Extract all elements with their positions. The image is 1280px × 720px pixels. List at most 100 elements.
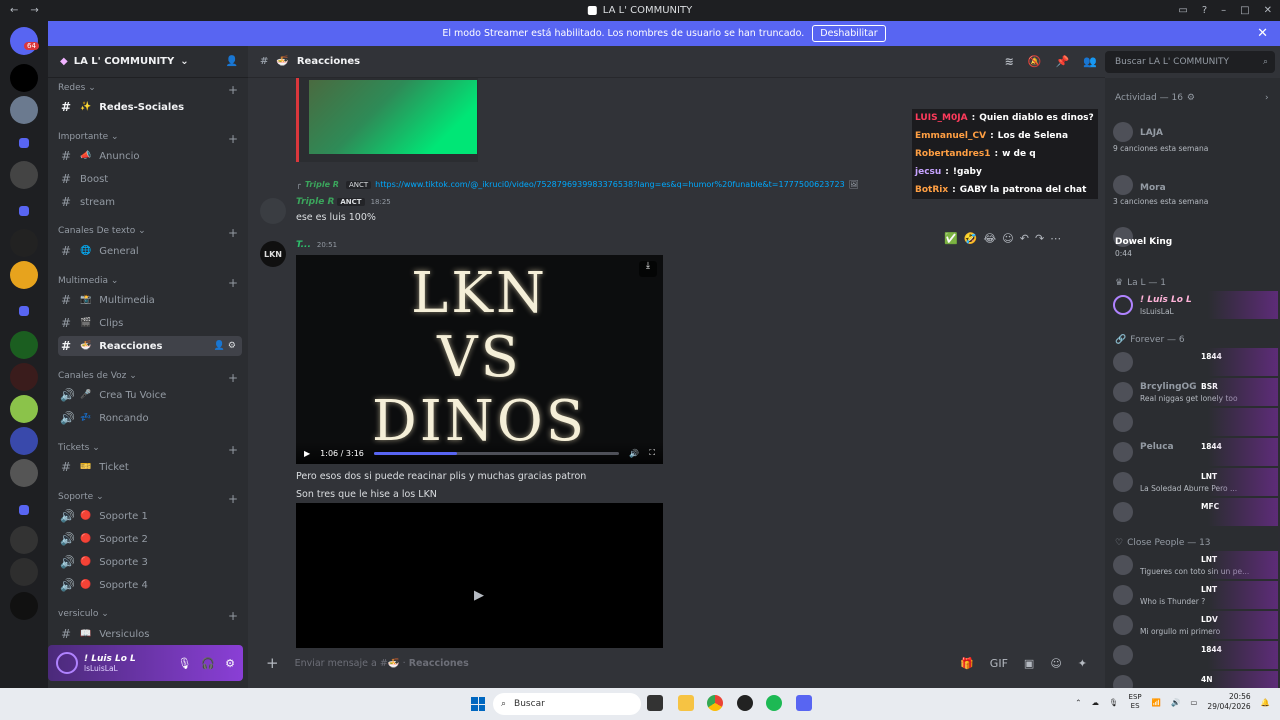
add-channel-icon[interactable]: + [228,443,238,457]
maximize-icon[interactable]: □ [1240,5,1249,16]
add-channel-icon[interactable]: + [228,492,238,506]
channel-item[interactable]: # stream [58,192,242,212]
server-icon[interactable] [10,592,38,620]
server-icon[interactable] [10,96,38,124]
clock[interactable]: 20:56 29/04/2026 [1207,692,1250,712]
channel-item[interactable]: # 🎫 Ticket [58,457,242,477]
voice-channel-item[interactable]: 🔊 🔴 Soporte 4 [58,575,242,595]
sticker-icon[interactable]: ▣ [1024,657,1034,670]
activity-item[interactable]: LAJA 9 canciones esta semana [1113,118,1278,153]
message-composer[interactable]: + Enviar mensaje a #🍜 · Reacciones 🎁 GIF… [258,648,1095,678]
forward-icon[interactable]: ↷ [1035,232,1044,245]
channel-item[interactable]: # 🎬 Clips [58,313,242,333]
activity-item[interactable]: Dowel King 0:44 [1113,223,1278,258]
video-player[interactable]: LKN VS DINOS ⤓ ▶ 1:06 / 3:16 🔊 ⛶ [296,255,663,464]
add-member-icon[interactable]: 👤 [226,56,238,67]
chevron-right-icon[interactable]: › [1265,93,1269,103]
discord-icon[interactable] [796,695,812,711]
reply-user[interactable]: Triple R [305,180,339,189]
member-item[interactable]: 1844 [1113,641,1278,671]
member-item[interactable] [1113,408,1278,438]
notifications-icon[interactable]: 🔔 [1261,698,1270,707]
cloud-icon[interactable]: ☁ [1092,698,1100,707]
mic-icon[interactable]: 🎙 [1109,698,1119,707]
category-header[interactable]: Redes ⌄ + [58,83,238,97]
member-item[interactable]: LNTLa Soledad Aburre Pero ... [1113,468,1278,498]
add-reaction-icon[interactable]: ☺ [1002,232,1013,245]
add-channel-icon[interactable]: + [228,609,238,623]
category-header[interactable]: Tickets ⌄ + [58,443,238,457]
avatar[interactable] [56,652,78,674]
download-icon[interactable]: ⤓ [639,261,657,277]
more-icon[interactable]: ⋯ [1050,232,1061,245]
member-item[interactable]: LNTWho is Thunder ? [1113,581,1278,611]
home-button[interactable] [10,27,38,55]
file-explorer-icon[interactable] [678,695,694,711]
server-icon[interactable] [10,459,38,487]
volume-icon[interactable]: 🔊 [629,449,639,458]
member-item[interactable]: MFC [1113,498,1278,528]
category-header[interactable]: versiculo ⌄ + [58,609,238,623]
deafen-icon[interactable]: 🎧 [201,657,215,670]
emoji-icon[interactable]: ☺ [1050,657,1061,670]
server-icon[interactable] [10,229,38,257]
folder-icon[interactable] [19,138,29,148]
add-channel-icon[interactable]: + [228,132,238,146]
voice-channel-item[interactable]: 🔊 🎤 Crea Tu Voice [58,385,242,405]
notifications-icon[interactable]: 🔕 [1028,55,1042,68]
language-indicator[interactable]: ESP ES [1129,693,1142,711]
user-panel[interactable]: ! Luis Lo L lsLuisLaL 🎙 🎧 ⚙ [48,645,243,681]
add-attachment-icon[interactable]: + [266,654,279,672]
threads-icon[interactable]: ≋ [1005,55,1014,68]
embed-image[interactable] [309,80,477,154]
member-item[interactable]: LDVMi orgullo mi primero [1113,611,1278,641]
member-item[interactable]: LNTTigueres con toto sin un pe... [1113,551,1278,581]
member-item[interactable]: ! Luis Lo LlsLuisLaL [1113,291,1278,321]
close-window-icon[interactable]: ✕ [1264,5,1272,16]
apps-icon[interactable]: ✦ [1078,657,1087,670]
activity-item[interactable]: Mora 3 canciones esta semana [1113,171,1278,206]
gif-icon[interactable]: GIF [990,657,1008,670]
reply-reference[interactable]: ╭ Triple R ANCT https://www.tiktok.com/@… [296,180,859,189]
channel-item[interactable]: # Boost [58,169,242,189]
channel-item-active[interactable]: # 🍜 Reacciones 👤 ⚙ [58,336,242,356]
server-icon[interactable] [10,427,38,455]
minimize-icon[interactable]: – [1221,5,1226,16]
user-settings-icon[interactable]: ⚙ [225,657,235,670]
server-icon[interactable] [10,64,38,92]
folder-icon[interactable] [19,206,29,216]
voice-channel-item[interactable]: 🔊 🔴 Soporte 2 [58,529,242,549]
fullscreen-icon[interactable]: ⛶ [649,448,655,458]
avatar[interactable] [260,198,286,224]
back-icon[interactable]: ← [10,5,18,16]
server-icon[interactable] [10,161,38,189]
disable-button[interactable]: Deshabilitar [812,25,886,42]
inbox-icon[interactable]: ▭ [1178,5,1187,16]
volume-icon[interactable]: 🔊 [1171,698,1180,707]
battery-icon[interactable]: ▭ [1190,698,1197,707]
category-header[interactable]: Soporte ⌄ + [58,492,238,506]
play-icon[interactable]: ▶ [474,588,484,603]
member-list-icon[interactable]: 👥 [1083,55,1097,68]
server-header[interactable]: ◆ LA L' COMMUNITY ⌄ 👤 [48,46,248,78]
channel-item[interactable]: # 🌐 General [58,241,242,261]
member-item[interactable]: 4N [1113,671,1278,688]
search-input[interactable]: Buscar LA L' COMMUNITY ⌕ [1105,51,1275,73]
taskbar-search[interactable]: ⌕ Buscar [493,693,641,715]
video-player[interactable]: ▶ [296,503,663,648]
message-author[interactable]: Triple R ANCT 18:25 [296,197,391,207]
folder-icon[interactable] [19,306,29,316]
category-header[interactable]: Importante ⌄ + [58,132,238,146]
member-item[interactable]: 1844 [1113,348,1278,378]
channel-item[interactable]: # 📣 Anuncio [58,146,242,166]
obs-icon[interactable] [737,695,753,711]
reaction-check-icon[interactable]: ✅ [944,232,958,245]
category-header[interactable]: Canales De texto ⌄ + [58,226,238,240]
spotify-icon[interactable] [766,695,782,711]
video-seek-bar[interactable] [373,451,620,455]
channel-item[interactable]: # 📸 Multimedia [58,290,242,310]
server-icon[interactable] [10,526,38,554]
reaction-laugh-icon[interactable]: 🤣 [964,232,978,245]
add-channel-icon[interactable]: + [228,276,238,290]
server-icon[interactable] [10,331,38,359]
